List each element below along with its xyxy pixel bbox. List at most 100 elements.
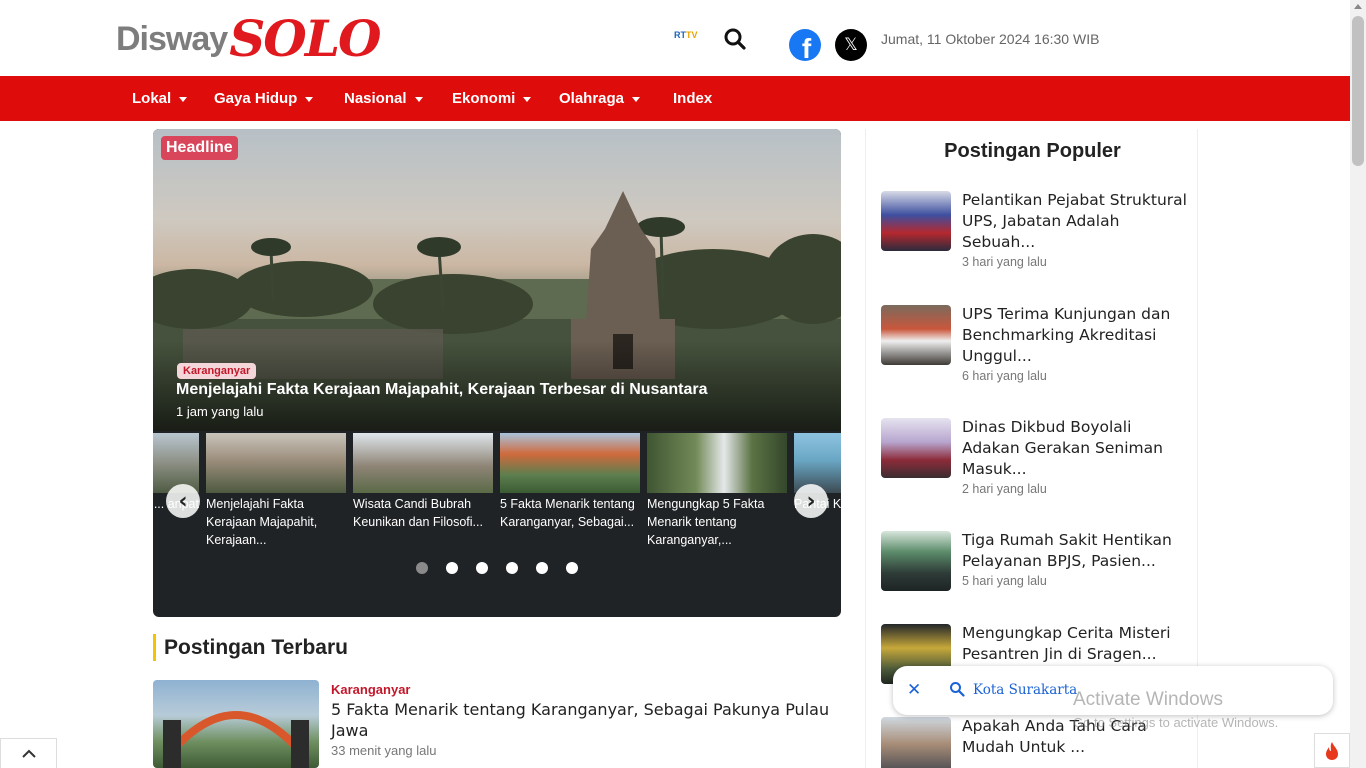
thumbnail-caption: Mengungkap 5 Fakta Menarik tentang Karan… [647, 497, 765, 547]
gate-illustration [163, 711, 309, 768]
latest-heading: Postingan Terbaru [164, 636, 348, 659]
chevron-down-icon [523, 97, 532, 102]
thumbnail-image [153, 433, 199, 493]
slider-next-button[interactable]: › [794, 484, 828, 518]
page-scrollbar[interactable] [1350, 0, 1366, 768]
headline-time: 1 jam yang lalu [176, 404, 264, 419]
headline-title[interactable]: Menjelajahi Fakta Kerajaan Majapahit, Ke… [176, 381, 707, 399]
chevron-right-icon: › [806, 488, 816, 514]
nav-item-index[interactable]: Index [673, 76, 712, 121]
nav-item-ekonomi[interactable]: Ekonomi [452, 76, 532, 121]
activate-windows-title: Activate Windows [1073, 689, 1223, 710]
chevron-left-icon: ‹ [178, 488, 188, 514]
facebook-icon: f [801, 33, 812, 62]
popular-item[interactable]: Pelantikan Pejabat Struktural UPS, Jabat… [881, 191, 1187, 271]
thumbnail-caption: Menjelajahi Fakta Kerajaan Majapahit, Ke… [206, 497, 318, 547]
page: Disway SOLO RTTV f 𝕏 Jumat, 11 Oktober 2… [0, 0, 1366, 768]
latest-item-image[interactable] [153, 680, 319, 768]
popular-item-time: 5 hari yang lalu [962, 574, 1047, 588]
thumbnail-caption: Wisata Candi Bubrah Keunikan dan Filosof… [353, 497, 483, 529]
nav-item-nasional[interactable]: Nasional [344, 76, 423, 121]
popular-item-image [881, 531, 951, 591]
chevron-up-icon [21, 749, 36, 758]
popular-item-image [881, 305, 951, 365]
logo-disway-text: Disway [116, 19, 228, 58]
thumbnail-item[interactable]: Menjelajahi Fakta Kerajaan Majapahit, Ke… [206, 433, 346, 551]
thumbnail-item[interactable]: Mengungkap 5 Fakta Menarik tentang Karan… [647, 433, 787, 551]
location-suggestion[interactable]: Kota Surakarta [973, 682, 1077, 698]
slider-dot[interactable] [446, 562, 458, 574]
popular-item-time: 2 hari yang lalu [962, 482, 1047, 496]
x-icon: 𝕏 [844, 35, 858, 55]
close-icon[interactable]: ✕ [907, 680, 921, 700]
chevron-down-icon [632, 97, 641, 102]
thumbnail-image [206, 433, 346, 493]
slider-prev-button[interactable]: ‹ [166, 484, 200, 518]
thumbnail-image [647, 433, 787, 493]
thumbnail-item[interactable]: 5 Fakta Menarik tentang Karanganyar, Seb… [500, 433, 640, 551]
scrollbar-thumb[interactable] [1352, 16, 1364, 166]
thumbnail-item[interactable]: Wisata Candi Bubrah Keunikan dan Filosof… [353, 433, 493, 551]
search-icon [950, 682, 965, 697]
rttv-label-b: TV [686, 30, 698, 40]
popular-item-image [881, 717, 951, 768]
nav-label: Lokal [132, 90, 172, 107]
popular-item-title: Mengungkap Cerita Misteri Pesantren Jin … [962, 624, 1171, 663]
slider-dot[interactable] [566, 562, 578, 574]
thumbnail-strip: ... anpat Menjelajahi Fakta Kerajaan Maj… [153, 433, 841, 553]
scroll-up-arrow-icon[interactable] [1354, 4, 1362, 9]
rttv-logo[interactable]: RTTV [674, 30, 700, 46]
slider-dot[interactable] [416, 562, 428, 574]
popular-item[interactable]: Tiga Rumah Sakit Hentikan Pelayanan BPJS… [881, 531, 1181, 593]
search-button[interactable] [722, 26, 748, 52]
current-date: Jumat, 11 Oktober 2024 16:30 WIB [881, 31, 1100, 47]
popular-item-image [881, 418, 951, 478]
chevron-down-icon [414, 97, 423, 102]
slider-dot[interactable] [536, 562, 548, 574]
popular-item-title: UPS Terima Kunjungan dan Benchmarking Ak… [962, 305, 1171, 365]
popular-item[interactable]: Dinas Dikbud Boyolali Adakan Gerakan Sen… [881, 418, 1181, 498]
slider-dot[interactable] [506, 562, 518, 574]
nav-item-gaya-hidup[interactable]: Gaya Hidup [214, 76, 314, 121]
popular-item-time: 3 hari yang lalu [962, 255, 1047, 269]
rttv-label-a: RT [674, 30, 686, 40]
popular-item-title: Dinas Dikbud Boyolali Adakan Gerakan Sen… [962, 418, 1163, 478]
thumbnail-image [353, 433, 493, 493]
x-button[interactable]: 𝕏 [835, 29, 867, 61]
facebook-button[interactable]: f [789, 29, 821, 61]
trending-button[interactable] [1314, 733, 1350, 768]
top-header: Disway SOLO RTTV f 𝕏 Jumat, 11 Oktober 2… [0, 0, 1350, 76]
popular-item-image [881, 191, 951, 251]
popular-item-time: 6 hari yang lalu [962, 369, 1047, 383]
section-accent-bar [153, 634, 156, 661]
nav-label: Gaya Hidup [214, 90, 298, 107]
latest-item-time: 33 menit yang lalu [331, 743, 437, 758]
slider-dots [416, 562, 578, 574]
popular-item[interactable]: UPS Terima Kunjungan dan Benchmarking Ak… [881, 305, 1181, 385]
popular-item-title: Tiga Rumah Sakit Hentikan Pelayanan BPJS… [962, 531, 1172, 570]
nav-label: Index [673, 90, 713, 107]
popular-heading: Postingan Populer [944, 140, 1121, 162]
latest-item-category[interactable]: Karanganyar [331, 682, 410, 697]
main-nav: Lokal Gaya Hidup Nasional Ekonomi Olahra… [0, 76, 1350, 121]
thumbnail-image [500, 433, 640, 493]
chevron-down-icon [305, 97, 314, 102]
nav-item-olahraga[interactable]: Olahraga [559, 76, 641, 121]
latest-item-title[interactable]: 5 Fakta Menarik tentang Karanganyar, Seb… [331, 699, 841, 741]
thumbnail-image [794, 433, 841, 493]
headline-image[interactable]: Headline Karanganyar Menjelajahi Fakta K… [153, 129, 841, 431]
headline-category[interactable]: Karanganyar [177, 363, 257, 379]
search-icon [724, 28, 746, 50]
nav-item-lokal[interactable]: Lokal [132, 76, 188, 121]
slider-dot[interactable] [476, 562, 488, 574]
chevron-down-icon [179, 97, 188, 102]
fire-icon [1326, 741, 1338, 760]
site-logo[interactable]: Disway SOLO [116, 8, 382, 70]
nav-label: Olahraga [559, 90, 625, 107]
activate-windows-subtitle: Go to Settings to activate Windows. [1073, 715, 1279, 730]
headline-badge: Headline [161, 136, 238, 160]
headline-slider: Headline Karanganyar Menjelajahi Fakta K… [153, 129, 841, 617]
back-to-top-button[interactable] [0, 738, 57, 768]
nav-label: Nasional [344, 90, 407, 107]
thumbnail-caption: 5 Fakta Menarik tentang Karanganyar, Seb… [500, 497, 635, 529]
